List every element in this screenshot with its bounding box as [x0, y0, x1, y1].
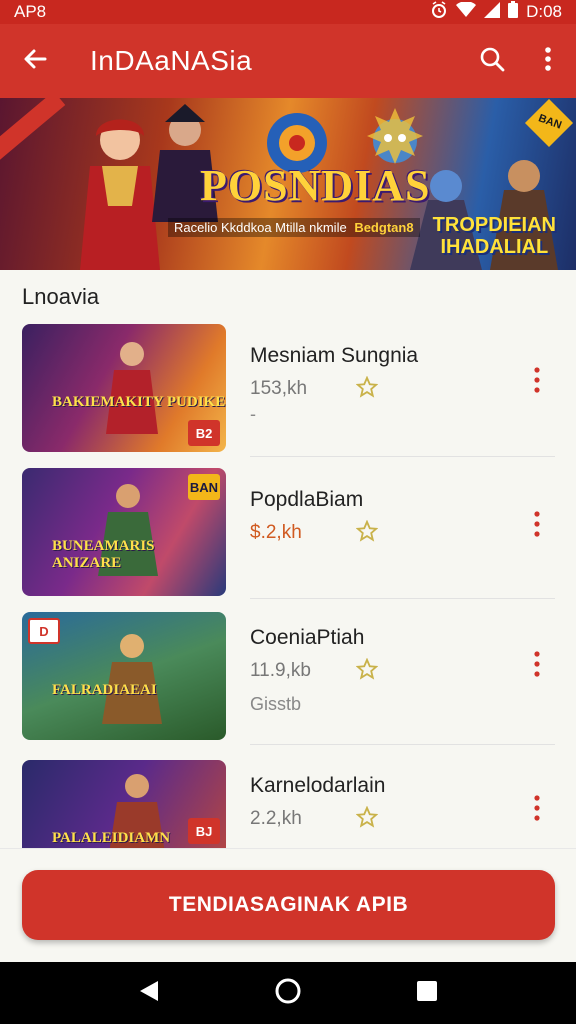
game-name: PopdlaBiam	[250, 488, 364, 511]
nav-back-button[interactable]	[138, 979, 160, 1008]
primary-action-button[interactable]: TENDIASAGINAK APIB	[22, 870, 555, 940]
thumbnail-caption: BAKIEMAKITY PUDIKE	[52, 394, 226, 410]
game-size: 153,kh	[250, 378, 308, 399]
list-item[interactable]: FALRADIAEAI D CoeniaPtiah 11.9,kb Gisstb	[0, 610, 576, 754]
alarm-icon	[430, 0, 448, 24]
game-thumbnail[interactable]: BUNEAMARIS ANIZARE BAN	[22, 468, 226, 596]
search-icon	[479, 46, 505, 77]
game-size: $.2,kh	[250, 522, 302, 543]
overflow-menu-button[interactable]	[520, 24, 576, 98]
banner-subtitle: Racelio Kkddkoa Mtilla nkmile Bedgtan8	[168, 218, 420, 237]
row-divider	[250, 598, 555, 599]
status-bar: AP8 D:08	[0, 0, 576, 24]
back-button[interactable]	[0, 24, 70, 98]
game-name: Mesniam Sungnia	[250, 344, 419, 367]
game-thumbnail[interactable]: BAKIEMAKITY PUDIKE B2	[22, 324, 226, 452]
thumbnail-hero-illustration	[102, 634, 162, 724]
status-left-label: AP8	[14, 2, 47, 21]
status-icons: D:08	[430, 0, 562, 24]
game-thumbnail[interactable]: FALRADIAEAI D	[22, 612, 226, 740]
item-menu-button[interactable]	[524, 788, 550, 828]
arrow-left-icon	[21, 45, 49, 78]
status-time: D:08	[526, 2, 562, 21]
list-item[interactable]: BAKIEMAKITY PUDIKE B2 Mesniam Sungnia 15…	[0, 322, 576, 466]
search-button[interactable]	[464, 24, 520, 98]
more-vert-icon	[534, 651, 540, 677]
back-triangle-icon	[139, 980, 158, 1001]
item-menu-button[interactable]	[524, 360, 550, 400]
banner-side-title-line1: TROPDIEIAN	[432, 214, 556, 236]
star-icon[interactable]	[356, 520, 378, 542]
system-navigation-bar	[0, 962, 576, 1024]
signal-icon	[484, 1, 501, 23]
star-icon[interactable]	[356, 658, 378, 680]
promo-banner[interactable]: POSNDIAS Racelio Kkddkoa Mtilla nkmile B…	[0, 98, 576, 270]
thumbnail-badge: BAN	[188, 474, 220, 500]
list-item[interactable]: BUNEAMARIS ANIZARE BAN PopdlaBiam $.2,kh	[0, 466, 576, 610]
thumbnail-caption: PALALEIDIAMN	[52, 830, 171, 846]
thumbnail-caption: BUNEAMARIS ANIZARE	[52, 538, 155, 571]
banner-highlight: Bedgtan8	[354, 220, 414, 235]
recents-square-icon	[417, 980, 438, 1001]
battery-icon	[508, 1, 519, 23]
item-menu-button[interactable]	[524, 644, 550, 684]
game-extra-info: -	[250, 404, 256, 424]
more-vert-icon	[534, 795, 540, 821]
star-icon[interactable]	[356, 806, 378, 828]
banner-side-title: TROPDIEIAN IHADALIAL	[433, 214, 556, 258]
thumbnail-badge: BJ	[188, 818, 220, 844]
game-list-section: Lnoavia BAKIEMAKITY PUDIKE B2 Mesniam Su…	[0, 270, 576, 848]
game-size: 2.2,kh	[250, 808, 302, 829]
cta-container: TENDIASAGINAK APIB	[0, 848, 576, 962]
banner-title: POSNDIAS	[200, 161, 431, 210]
more-vert-icon	[544, 46, 552, 77]
thumbnail-caption: FALRADIAEAI	[52, 682, 157, 698]
star-icon[interactable]	[356, 376, 378, 398]
section-title: Lnoavia	[22, 284, 100, 309]
game-thumbnail[interactable]: PALALEIDIAMN BJ	[22, 760, 226, 848]
game-name: Karnelodarlain	[250, 774, 386, 797]
more-vert-icon	[534, 511, 540, 537]
item-menu-button[interactable]	[524, 504, 550, 544]
wifi-icon	[456, 0, 477, 23]
game-name: CoeniaPtiah	[250, 626, 365, 649]
more-vert-icon	[534, 367, 540, 393]
list-item[interactable]: PALALEIDIAMN BJ Karnelodarlain 2.2,kh	[0, 758, 576, 848]
thumbnail-badge: D	[28, 618, 60, 644]
thumbnail-hero-illustration	[106, 342, 158, 434]
row-divider	[250, 456, 555, 457]
app-bar: InDAaNASia	[0, 24, 576, 98]
banner-subtitle-text: Racelio Kkddkoa Mtilla nkmile	[174, 220, 347, 235]
app-title: InDAaNASia	[90, 45, 253, 76]
banner-side-title-line2: IHADALIAL	[440, 236, 549, 258]
home-circle-icon	[275, 978, 301, 1003]
game-extra-info: Gisstb	[250, 694, 302, 714]
thumbnail-badge: B2	[188, 420, 220, 446]
nav-home-button[interactable]	[275, 978, 301, 1009]
game-size: 11.9,kb	[250, 660, 311, 681]
nav-recents-button[interactable]	[416, 980, 438, 1007]
row-divider	[250, 744, 555, 745]
